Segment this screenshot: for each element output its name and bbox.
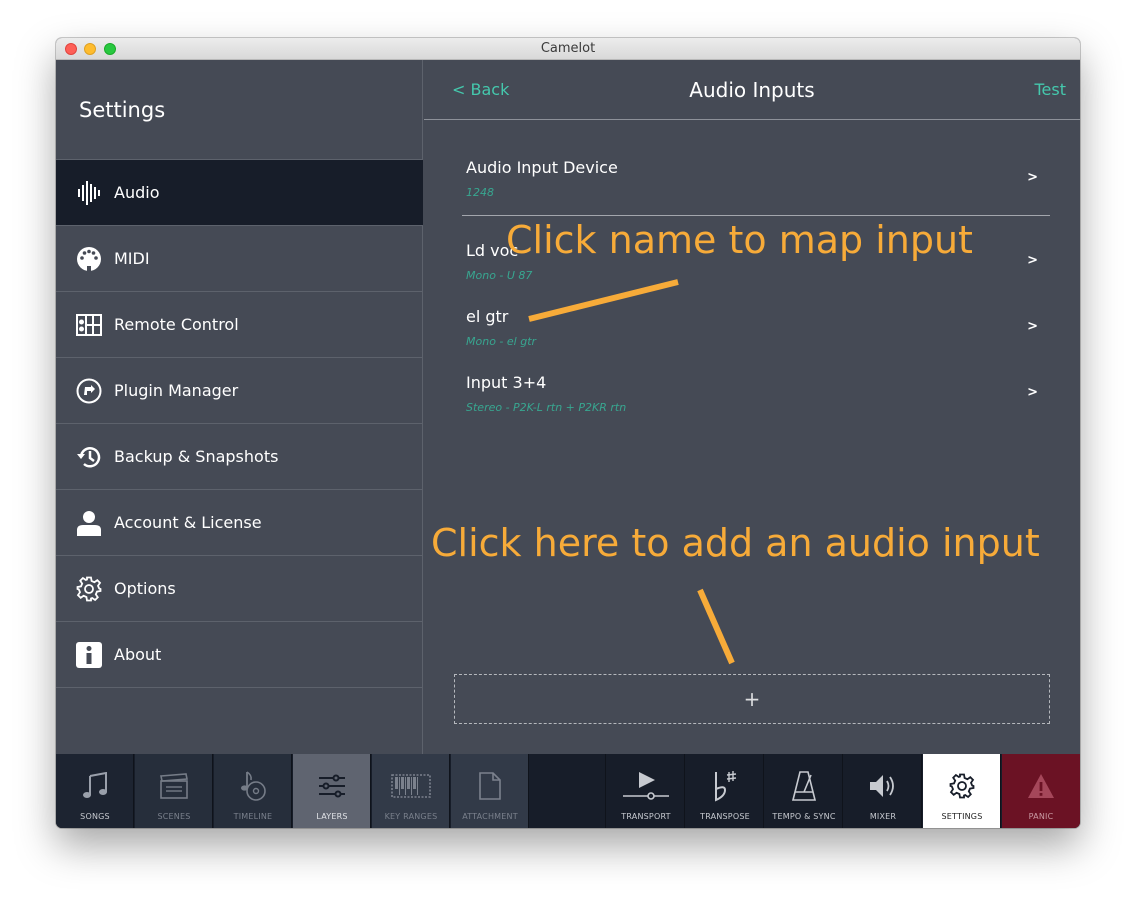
tab-label: LAYERS bbox=[316, 812, 348, 821]
tab-label: SETTINGS bbox=[941, 812, 983, 821]
annotation-add-hint: Click here to add an audio input bbox=[431, 521, 1040, 565]
plugin-icon bbox=[76, 378, 102, 404]
remote-control-icon bbox=[76, 312, 102, 338]
input-name[interactable]: el gtr bbox=[466, 307, 508, 326]
flat-sharp-icon bbox=[686, 768, 764, 804]
sidebar-item-label: Plugin Manager bbox=[114, 381, 239, 400]
sidebar-item-label: MIDI bbox=[114, 249, 150, 268]
tab-label: SONGS bbox=[80, 812, 110, 821]
settings-menu: Audio MIDI Remote Control Plugin Manager bbox=[56, 159, 423, 688]
tab-transport[interactable]: TRANSPORT bbox=[607, 754, 685, 828]
keyboard-icon bbox=[372, 768, 450, 804]
gear-icon bbox=[923, 768, 1001, 804]
speaker-icon bbox=[844, 768, 922, 804]
sidebar-item-label: Remote Control bbox=[114, 315, 239, 334]
sliders-icon bbox=[293, 768, 371, 804]
music-note-icon bbox=[56, 768, 134, 804]
midi-connector-icon bbox=[76, 246, 102, 272]
tab-label: TRANSPOSE bbox=[700, 812, 750, 821]
plus-icon: + bbox=[743, 687, 761, 711]
tab-label: SCENES bbox=[157, 812, 191, 821]
tab-panic[interactable]: PANIC bbox=[1002, 754, 1080, 828]
clapperboard-icon bbox=[135, 768, 213, 804]
sidebar-item-backup[interactable]: Backup & Snapshots bbox=[56, 424, 423, 490]
page-title: Audio Inputs bbox=[689, 78, 815, 102]
chevron-right-icon: > bbox=[1027, 385, 1038, 400]
sidebar-item-label: Audio bbox=[114, 183, 160, 202]
tab-label: TEMPO & SYNC bbox=[772, 812, 836, 821]
minimize-window-button[interactable] bbox=[84, 43, 96, 55]
input-detail: Mono - el gtr bbox=[466, 335, 537, 348]
gear-icon bbox=[76, 576, 102, 602]
warning-icon bbox=[1002, 768, 1080, 804]
timeline-icon bbox=[214, 768, 292, 804]
panel-header: < Back Audio Inputs Test bbox=[424, 60, 1080, 120]
input-detail: Stereo - P2K-L rtn + P2KR rtn bbox=[466, 401, 627, 414]
document-icon bbox=[451, 768, 529, 804]
tab-label: ATTACHMENT bbox=[462, 812, 518, 821]
tab-bar-spacer bbox=[530, 754, 606, 828]
device-value: 1248 bbox=[466, 186, 494, 199]
play-icon bbox=[607, 768, 685, 804]
tab-scenes[interactable]: SCENES bbox=[135, 754, 213, 828]
test-button[interactable]: Test bbox=[1034, 80, 1066, 99]
sidebar-item-label: Options bbox=[114, 579, 176, 598]
user-icon bbox=[76, 510, 102, 536]
chevron-right-icon: > bbox=[1027, 253, 1038, 268]
sidebar-item-audio[interactable]: Audio bbox=[56, 160, 423, 226]
annotation-map-hint: Click name to map input bbox=[506, 218, 973, 262]
sidebar-item-plugin-manager[interactable]: Plugin Manager bbox=[56, 358, 423, 424]
sidebar-item-account[interactable]: Account & License bbox=[56, 490, 423, 556]
chevron-right-icon: > bbox=[1027, 319, 1038, 334]
tab-tempo-sync[interactable]: TEMPO & SYNC bbox=[765, 754, 843, 828]
tab-settings[interactable]: SETTINGS bbox=[923, 754, 1001, 828]
sidebar-item-label: About bbox=[114, 645, 162, 664]
input-name[interactable]: Input 3+4 bbox=[466, 373, 546, 392]
audio-input-row-el-gtr[interactable]: el gtr Mono - el gtr > bbox=[462, 301, 1050, 361]
zoom-window-button[interactable] bbox=[104, 43, 116, 55]
audio-inputs-panel: < Back Audio Inputs Test Audio Input Dev… bbox=[424, 60, 1080, 754]
input-detail: Mono - U 87 bbox=[466, 269, 533, 282]
sidebar-item-options[interactable]: Options bbox=[56, 556, 423, 622]
divider bbox=[462, 215, 1050, 216]
audio-input-row-input-3-4[interactable]: Input 3+4 Stereo - P2K-L rtn + P2KR rtn … bbox=[462, 367, 1050, 427]
app-window: Camelot Settings Audio MIDI Remote Contr… bbox=[56, 38, 1080, 828]
settings-sidebar: Settings Audio MIDI Remote Control Plugi… bbox=[56, 60, 423, 754]
audio-waveform-icon bbox=[76, 180, 102, 206]
tab-songs[interactable]: SONGS bbox=[56, 754, 134, 828]
sidebar-item-label: Account & License bbox=[114, 513, 262, 532]
sidebar-item-remote-control[interactable]: Remote Control bbox=[56, 292, 423, 358]
tab-label: TIMELINE bbox=[233, 812, 273, 821]
tab-mixer[interactable]: MIXER bbox=[844, 754, 922, 828]
back-button[interactable]: < Back bbox=[452, 80, 509, 99]
audio-input-device-row[interactable]: Audio Input Device 1248 > bbox=[462, 152, 1050, 212]
info-icon bbox=[76, 641, 102, 668]
sidebar-item-about[interactable]: About bbox=[56, 622, 423, 688]
device-label: Audio Input Device bbox=[466, 158, 618, 177]
tab-attachment[interactable]: ATTACHMENT bbox=[451, 754, 529, 828]
tab-label: MIXER bbox=[869, 812, 897, 821]
tab-label: KEY RANGES bbox=[384, 812, 438, 821]
metronome-icon bbox=[765, 768, 843, 804]
add-audio-input-button[interactable]: + bbox=[454, 674, 1050, 724]
tab-layers[interactable]: LAYERS bbox=[293, 754, 371, 828]
tab-label: TRANSPORT bbox=[621, 812, 671, 821]
tab-timeline[interactable]: TIMELINE bbox=[214, 754, 292, 828]
window-title: Camelot bbox=[540, 41, 596, 56]
tab-key-ranges[interactable]: KEY RANGES bbox=[372, 754, 450, 828]
title-bar: Camelot bbox=[56, 38, 1080, 60]
close-window-button[interactable] bbox=[65, 43, 77, 55]
tab-label: PANIC bbox=[1028, 812, 1054, 821]
sidebar-title: Settings bbox=[79, 98, 166, 122]
sidebar-item-midi[interactable]: MIDI bbox=[56, 226, 423, 292]
bottom-tab-bar: SONGS SCENES TIMELINE LAYERS KEY RANGES bbox=[56, 754, 1080, 828]
history-icon bbox=[76, 444, 102, 470]
sidebar-item-label: Backup & Snapshots bbox=[114, 447, 279, 466]
tab-transpose[interactable]: TRANSPOSE bbox=[686, 754, 764, 828]
chevron-right-icon: > bbox=[1027, 170, 1038, 185]
